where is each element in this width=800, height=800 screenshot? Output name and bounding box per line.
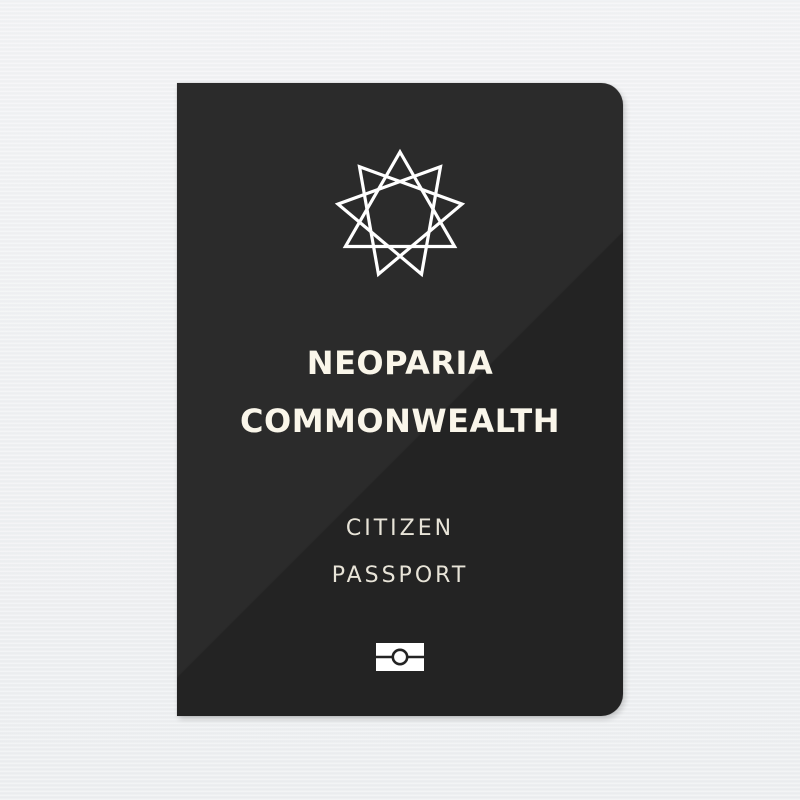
country-name-line1: NEOPARIA bbox=[306, 344, 494, 382]
passport-cover: NEOPARIA COMMONWEALTH CITIZEN PASSPORT bbox=[177, 83, 623, 716]
nine-point-star-icon bbox=[334, 148, 466, 278]
biometric-chip-icon bbox=[376, 643, 424, 671]
document-type-line2: PASSPORT bbox=[331, 563, 469, 588]
country-name-line2: COMMONWEALTH bbox=[240, 402, 560, 440]
document-type-line1: CITIZEN bbox=[345, 516, 455, 541]
